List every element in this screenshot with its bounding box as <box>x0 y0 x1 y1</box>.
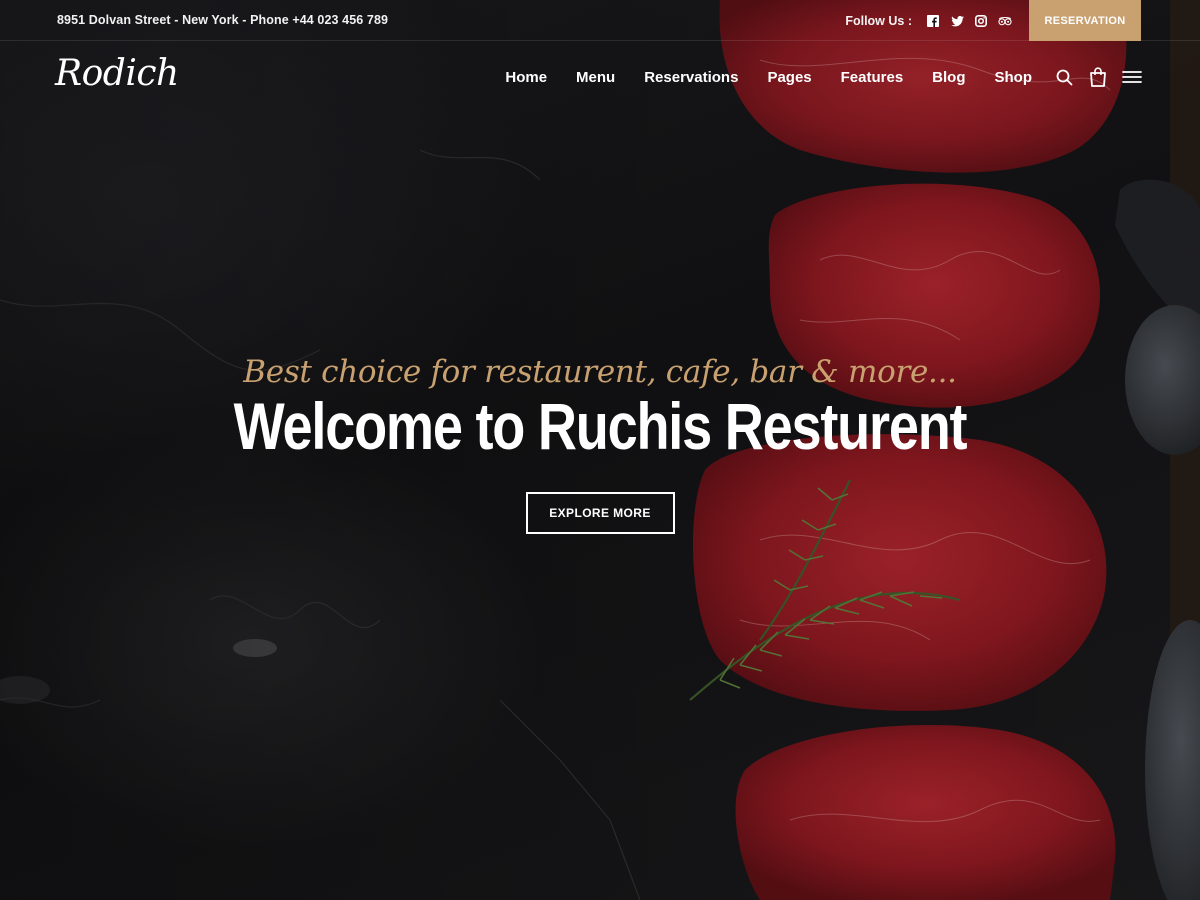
site-logo[interactable]: Rodich <box>55 53 179 94</box>
reservation-button[interactable]: RESERVATION <box>1029 0 1141 41</box>
nav-links: Home Menu Reservations Pages Features Bl… <box>505 41 1032 113</box>
social-links: Follow Us : <box>845 0 1012 41</box>
menu-icon[interactable] <box>1122 67 1142 87</box>
contact-address: 8951 Dolvan Street - New York - Phone +4… <box>57 13 389 27</box>
nav-link-shop[interactable]: Shop <box>995 69 1033 86</box>
tripadvisor-icon[interactable] <box>998 14 1012 28</box>
hero-headline: Welcome to Ruchis Resturent <box>233 389 968 464</box>
nav-link-blog[interactable]: Blog <box>932 69 965 86</box>
explore-more-button[interactable]: EXPLORE MORE <box>525 492 675 535</box>
nav-icons <box>1054 41 1142 113</box>
nav-link-menu[interactable]: Menu <box>576 69 615 86</box>
hero-content: Best choice for restaurent, cafe, bar & … <box>0 354 1200 535</box>
nav-link-home[interactable]: Home <box>505 69 547 86</box>
nav-link-pages[interactable]: Pages <box>767 69 811 86</box>
facebook-icon[interactable] <box>926 14 940 28</box>
nav-link-reservations[interactable]: Reservations <box>644 69 738 86</box>
hero-tagline: Best choice for restaurent, cafe, bar & … <box>243 354 957 390</box>
search-icon[interactable] <box>1054 67 1074 87</box>
nav-link-features[interactable]: Features <box>841 69 904 86</box>
follow-us-label: Follow Us : <box>845 13 912 28</box>
twitter-icon[interactable] <box>950 14 964 28</box>
main-navbar: Rodich Home Menu Reservations Pages Feat… <box>0 41 1200 113</box>
instagram-icon[interactable] <box>974 14 988 28</box>
top-bar: 8951 Dolvan Street - New York - Phone +4… <box>0 0 1200 41</box>
cart-icon[interactable] <box>1088 67 1108 87</box>
